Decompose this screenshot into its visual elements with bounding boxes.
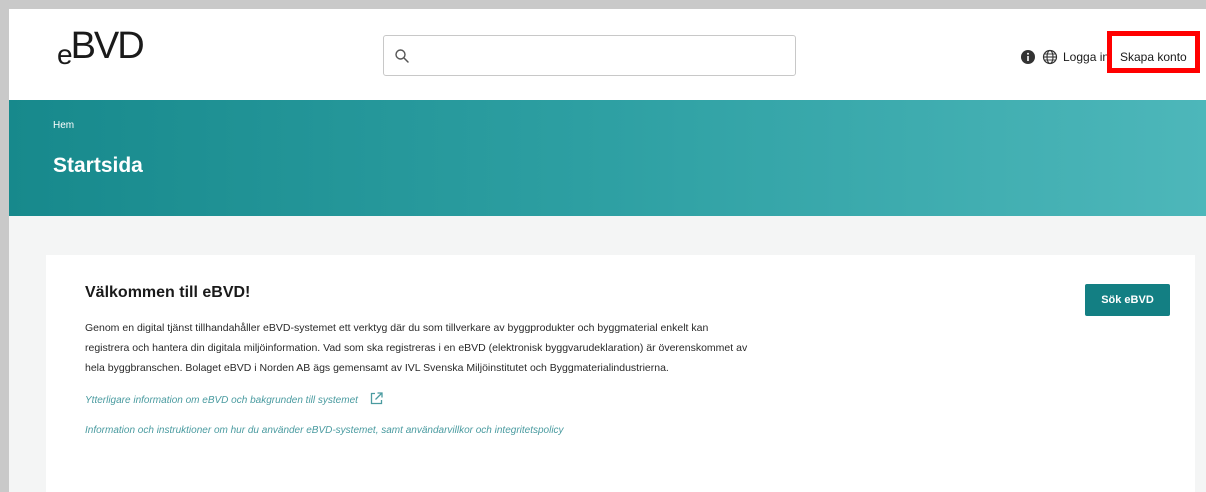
intro-line: Genom en digital tjänst tillhandahåller … [85,322,709,334]
welcome-title: Välkommen till eBVD! [85,284,251,301]
search-icon [395,49,409,63]
logo-e: e [57,39,73,70]
logo-bvd: BVD [70,25,145,67]
globe-icon[interactable] [1042,49,1058,65]
info-icon[interactable] [1021,50,1035,64]
external-link-icon [370,392,383,405]
page-banner: Hem Startsida [9,100,1206,216]
page-title: Startsida [53,154,143,177]
search-ebvd-button[interactable]: Sök eBVD [1085,284,1170,316]
create-account-link[interactable]: Skapa konto [1120,50,1187,64]
search-input[interactable] [418,42,788,70]
intro-text: Genom en digital tjänst tillhandahåller … [85,318,805,378]
instructions-link[interactable]: Information och instruktioner om hur du … [85,425,564,436]
breadcrumb-home[interactable]: Hem [53,120,74,131]
welcome-card: Välkommen till eBVD! Genom en digital tj… [46,255,1195,492]
search-box[interactable] [383,35,796,76]
page-frame: eBVD Logga in Skapa konto Hem Startsida … [9,9,1206,492]
ebvd-logo[interactable]: eBVD [57,25,145,69]
login-link[interactable]: Logga in [1063,50,1109,64]
more-info-link[interactable]: Ytterligare information om eBVD och bakg… [85,392,383,406]
intro-line: hela byggbranschen. Bolaget eBVD i Norde… [85,362,669,374]
site-header: eBVD Logga in Skapa konto [9,9,1206,100]
more-info-link-label: Ytterligare information om eBVD och bakg… [85,395,358,406]
intro-line: registrera och hantera din digitala milj… [85,342,748,354]
